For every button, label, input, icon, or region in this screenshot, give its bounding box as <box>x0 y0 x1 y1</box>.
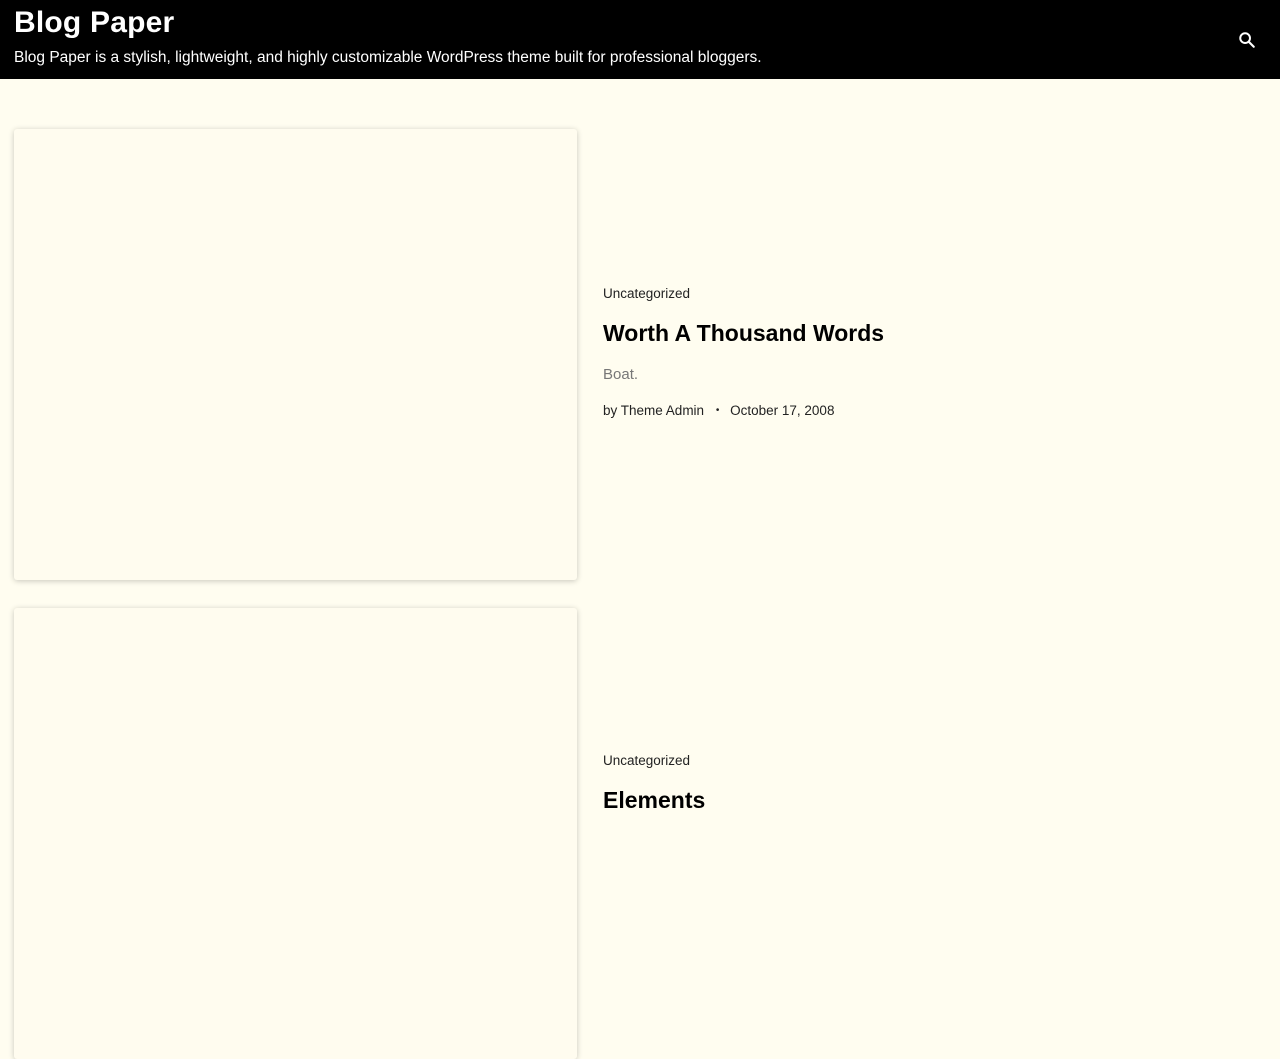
site-title-link[interactable]: Blog Paper <box>14 6 174 40</box>
author-prefix: by <box>603 403 618 418</box>
post-author-link[interactable]: Theme Admin <box>621 403 704 418</box>
post-title-link[interactable]: Elements <box>603 787 705 814</box>
post-thumbnail[interactable] <box>14 129 577 580</box>
post-meta: by Theme Admin • October 17, 2008 <box>603 403 834 418</box>
post-excerpt: Boat. <box>603 366 639 383</box>
post-thumbnail[interactable] <box>14 608 577 1059</box>
post-title-link[interactable]: Worth A Thousand Words <box>603 320 884 347</box>
site-header: Blog Paper Blog Paper is a stylish, ligh… <box>0 0 1280 79</box>
post-card: Uncategorized Worth A Thousand Words Boa… <box>14 129 1266 580</box>
search-button[interactable] <box>1236 29 1258 51</box>
search-icon <box>1239 32 1255 48</box>
meta-separator: • <box>715 405 720 416</box>
post-card: Uncategorized Elements <box>14 608 1266 1059</box>
site-tagline: Blog Paper is a stylish, lightweight, an… <box>14 49 762 66</box>
post-category-link[interactable]: Uncategorized <box>603 753 690 768</box>
post-category-link[interactable]: Uncategorized <box>603 286 690 301</box>
post-date: October 17, 2008 <box>730 403 835 418</box>
